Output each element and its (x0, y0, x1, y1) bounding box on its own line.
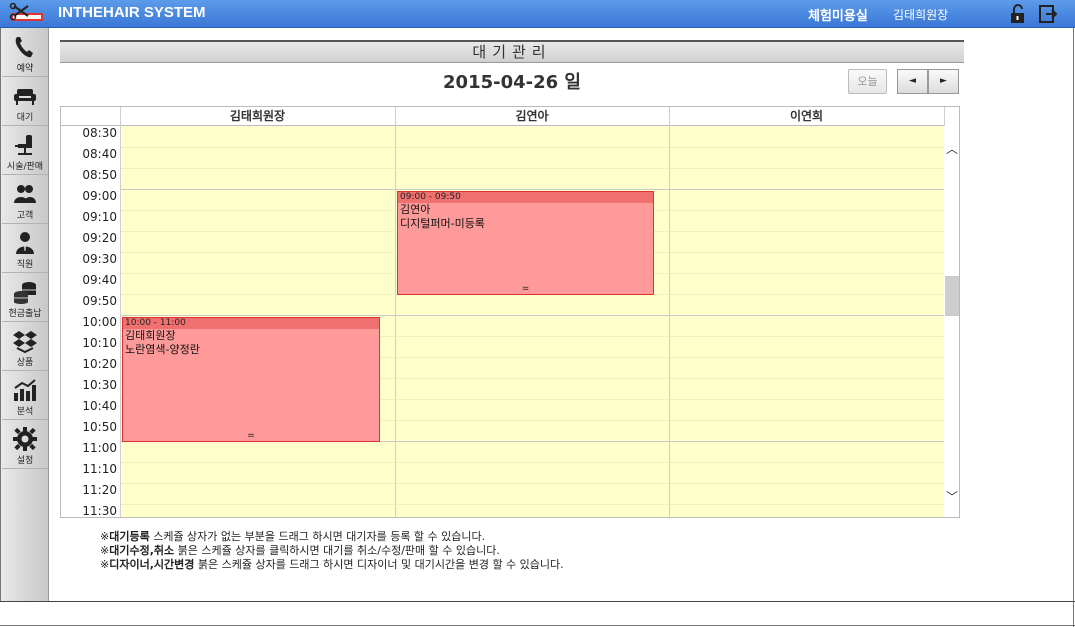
window-frame (0, 625, 1075, 626)
time-slot-label: 09:40 (82, 273, 117, 287)
resize-handle-icon[interactable]: = (123, 432, 379, 441)
appointment-block[interactable]: 10:00 - 11:00 김태희원장 노란염색-양정란 = (122, 317, 380, 442)
next-day-button[interactable]: ► (928, 69, 959, 94)
scissors-logo-icon (9, 3, 43, 21)
time-slot-label: 10:10 (82, 336, 117, 350)
sidebar-item-label: 현금출납 (8, 309, 42, 319)
app-title: INTHEHAIR SYSTEM (58, 4, 206, 21)
shop-name[interactable]: 체험미용실 (808, 5, 868, 24)
user-name[interactable]: 김태희원장 (893, 6, 948, 23)
sidebar-item-label: 직원 (16, 260, 34, 270)
gear-icon (13, 427, 37, 451)
sidebar-item-analysis[interactable]: 분석 (2, 371, 48, 420)
time-slot-label: 09:50 (82, 294, 117, 308)
customers-icon (14, 185, 36, 203)
column-divider (395, 107, 396, 517)
sidebar-item-waiting[interactable]: 대기 (2, 77, 48, 126)
time-column-header (61, 107, 120, 126)
sidebar: 예약 대기 시술/판매 고객 직원 현금출납 상품 분석 설정 (0, 28, 49, 602)
column-divider (669, 107, 670, 517)
appointment-block[interactable]: 09:00 - 09:50 김연아 디지털퍼머-미등록 = (397, 191, 654, 295)
sidebar-item-settings[interactable]: 설정 (2, 420, 48, 469)
column-divider (120, 107, 121, 517)
salon-chair-icon (15, 135, 32, 155)
top-bar: INTHEHAIR SYSTEM 체험미용실 김태희원장 (0, 0, 1075, 28)
designer-column-header: 김연아 (395, 107, 669, 126)
prev-day-button[interactable]: ◄ (897, 69, 928, 94)
help-note: ※디자이너,시간변경 붉은 스케쥴 상자를 드래그 하시면 디자이너 및 대기시… (100, 558, 564, 571)
time-slot-label: 11:30 (82, 504, 117, 518)
time-slot-label: 08:50 (82, 168, 117, 182)
time-slot-label: 11:20 (82, 483, 117, 497)
time-slot-label: 11:10 (82, 462, 117, 476)
time-slot-label: 09:00 (82, 189, 117, 203)
unlock-icon[interactable] (1008, 4, 1028, 24)
time-slot-label: 10:20 (82, 357, 117, 371)
slot-divider (120, 483, 944, 484)
time-slot-label: 08:40 (82, 147, 117, 161)
designer-column-header: 이연희 (669, 107, 944, 126)
appointment-service: 디지털퍼머-미등록 (400, 217, 485, 230)
staff-icon (16, 232, 34, 254)
logout-icon[interactable] (1038, 4, 1058, 24)
slot-divider (120, 504, 944, 505)
sidebar-item-label: 상품 (16, 358, 34, 368)
resize-handle-icon[interactable]: = (398, 285, 653, 294)
sidebar-item-label: 설정 (16, 456, 34, 466)
scroll-up-icon[interactable]: ︿ (944, 140, 959, 157)
designer-column-slots[interactable] (669, 126, 944, 517)
time-slot-label: 08:30 (82, 126, 117, 140)
coins-icon (14, 282, 36, 304)
sidebar-item-reservation[interactable]: 예약 (2, 28, 48, 77)
page-title: 대기관리 (60, 40, 964, 63)
boxes-icon (13, 331, 37, 354)
today-button[interactable]: 오늘 (848, 69, 887, 94)
sidebar-item-label: 고객 (16, 211, 34, 221)
help-notes: ※대기등록 스케쥴 상자가 없는 부분을 드래그 하시면 대기자를 등록 할 수… (100, 530, 564, 572)
sidebar-item-label: 분석 (16, 407, 34, 417)
time-slot-label: 10:50 (82, 420, 117, 434)
schedule-grid[interactable]: 김태희원장 김연아 이연희 08:30 08:40 08:50 09:00 09:10 0… (60, 106, 960, 518)
sidebar-item-label: 대기 (16, 113, 34, 123)
scroll-down-icon[interactable]: ﹀ (944, 488, 959, 505)
sidebar-item-staff[interactable]: 직원 (2, 224, 48, 273)
sidebar-item-customers[interactable]: 고객 (2, 175, 48, 224)
time-slot-label: 10:40 (82, 399, 117, 413)
sofa-icon (14, 89, 36, 105)
sidebar-item-label: 시술/판매 (6, 162, 44, 172)
time-slot-label: 10:00 (82, 315, 117, 329)
footer-divider (0, 601, 1075, 602)
slot-divider (120, 462, 944, 463)
sidebar-item-service-sales[interactable]: 시술/판매 (2, 126, 48, 175)
designer-column-slots[interactable] (395, 126, 669, 517)
schedule-scrollbar[interactable]: ︿ ﹀ (944, 126, 959, 517)
sidebar-item-label: 예약 (16, 64, 34, 74)
phone-icon (15, 37, 34, 58)
time-slot-label: 09:30 (82, 252, 117, 266)
time-slot-label: 09:10 (82, 210, 117, 224)
time-slot-label: 11:00 (82, 441, 117, 455)
time-slot-label: 10:30 (82, 378, 117, 392)
window-frame (1073, 28, 1074, 627)
time-slot-label: 09:20 (82, 231, 117, 245)
sidebar-item-products[interactable]: 상품 (2, 322, 48, 371)
slot-divider (120, 168, 944, 169)
schedule-date: 2015-04-26 일 (443, 72, 581, 93)
appointment-time: 10:00 - 11:00 (123, 318, 379, 329)
chart-icon (14, 379, 36, 401)
designer-column-header: 김태희원장 (120, 107, 395, 126)
appointment-customer: 김태희원장 (125, 329, 176, 342)
slot-divider (120, 147, 944, 148)
scroll-thumb[interactable] (945, 276, 959, 316)
sidebar-item-cash[interactable]: 현금출납 (2, 273, 48, 322)
appointment-service: 노란염색-양정란 (125, 343, 200, 356)
appointment-customer: 김연아 (400, 203, 431, 216)
slot-divider (120, 189, 944, 190)
help-note: ※대기등록 스케쥴 상자가 없는 부분을 드래그 하시면 대기자를 등록 할 수… (100, 530, 486, 543)
appointment-time: 09:00 - 09:50 (398, 192, 653, 203)
slot-divider (120, 315, 944, 316)
help-note: ※대기수정,취소 붉은 스케쥴 상자를 클릭하시면 대기를 취소/수정/판매 할… (100, 544, 500, 557)
